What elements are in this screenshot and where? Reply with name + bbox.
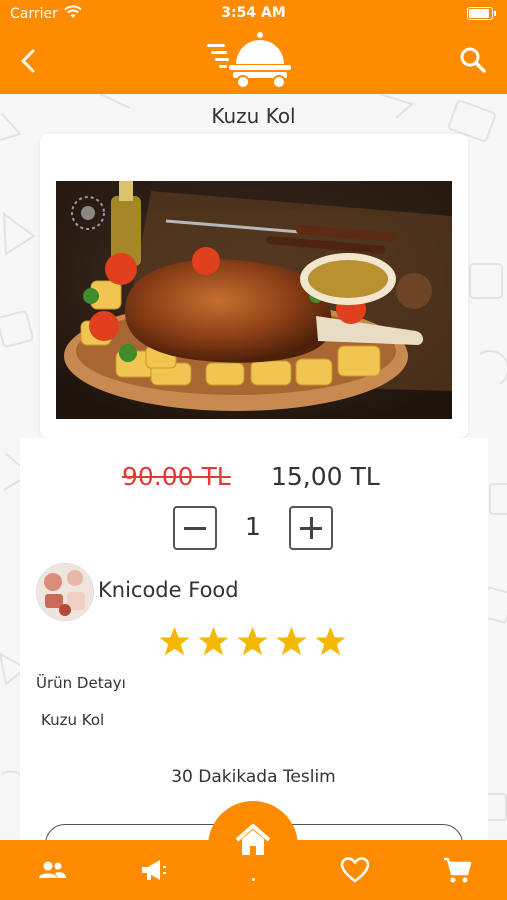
app-bar (0, 28, 507, 94)
heart-icon[interactable] (340, 855, 370, 885)
home-icon[interactable] (233, 820, 273, 860)
quantity-value: 1 (245, 512, 261, 541)
battery-icon (467, 7, 496, 20)
product-detail-label: Ürün Detayı (36, 674, 126, 692)
cart-icon[interactable] (442, 855, 472, 885)
star-icon (198, 627, 229, 656)
clock: 3:54 AM (221, 5, 286, 21)
old-price: 90.00 TL (122, 462, 231, 491)
status-bar: Carrier 3:54 AM (0, 0, 507, 28)
delivery-time: 30 Dakikada Teslim (171, 767, 336, 787)
store-name[interactable]: Knicode Food (98, 578, 239, 602)
star-icon (159, 627, 190, 656)
star-icon (276, 627, 307, 656)
product-photo (56, 181, 452, 419)
megaphone-icon[interactable] (138, 855, 168, 885)
food-delivery-cloche-icon (207, 32, 291, 89)
star-icon (315, 627, 346, 656)
rating-stars (158, 625, 353, 659)
search-icon[interactable] (457, 44, 489, 76)
chevron-left-icon[interactable] (12, 44, 46, 78)
users-icon[interactable] (37, 855, 67, 885)
increase-quantity-button[interactable] (289, 506, 333, 550)
decrease-quantity-button[interactable] (173, 506, 217, 550)
page-title: Kuzu Kol (211, 104, 296, 128)
star-icon (237, 627, 268, 656)
store-avatar[interactable] (36, 563, 94, 621)
price: 15,00 TL (271, 462, 380, 491)
product-detail-text: Kuzu Kol (41, 711, 105, 729)
minus-icon (184, 527, 206, 530)
